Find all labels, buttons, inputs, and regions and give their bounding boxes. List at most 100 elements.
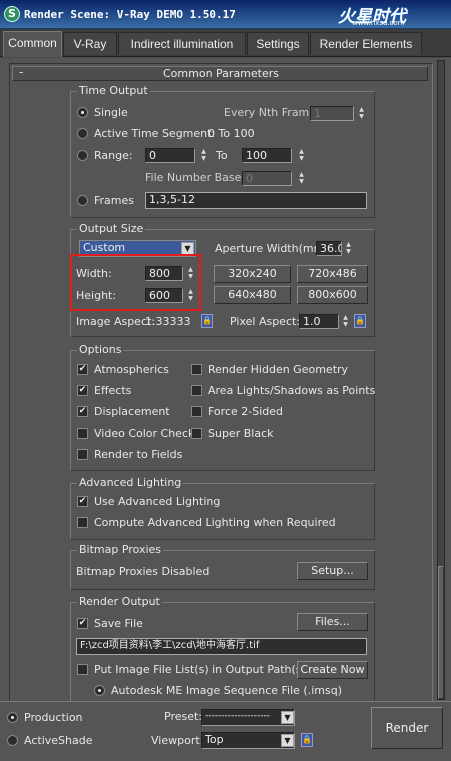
pixel-aspect-input[interactable]: 1.0 (299, 314, 339, 329)
range-to-label: To (216, 149, 228, 162)
time-output-title: Time Output (77, 84, 150, 98)
frames-label: Frames (94, 194, 135, 207)
image-aspect-value: 1.33333 (145, 315, 191, 328)
area-lights-label: Area Lights/Shadows as Points (208, 384, 376, 397)
tab-bar: Common V-Ray Indirect illumination Setti… (0, 29, 451, 57)
video-color-check-checkbox[interactable] (77, 428, 88, 439)
preset-720x486-button[interactable]: 720x486 (297, 265, 368, 283)
frames-radio[interactable] (77, 195, 88, 206)
render-hidden-geometry-checkbox[interactable] (191, 364, 202, 375)
pixel-aspect-spinner[interactable]: ▲ ▼ (341, 314, 350, 329)
activeshade-radio[interactable] (7, 735, 18, 746)
files-button[interactable]: Files... (297, 613, 368, 631)
active-time-segment-label: Active Time Segment: (94, 127, 216, 140)
single-radio[interactable] (77, 107, 88, 118)
app-icon: S (4, 6, 20, 22)
atmospherics-label: Atmospherics (94, 363, 169, 376)
advanced-lighting-title: Advanced Lighting (77, 476, 184, 490)
aperture-width-label: Aperture Width(mm): (215, 242, 333, 255)
effects-label: Effects (94, 384, 132, 397)
range-radio[interactable] (77, 150, 88, 161)
output-path-field[interactable]: F:\zcd项目资料\李工\zcd\地中海客厅.tif (76, 638, 367, 655)
put-image-file-list-label: Put Image File List(s) in Output Path(s) (94, 663, 306, 676)
save-file-checkbox[interactable]: ✔ (77, 618, 88, 629)
collapse-icon: - (19, 65, 24, 79)
range-to-spinner[interactable]: ▲ ▼ (297, 148, 306, 163)
render-hidden-geometry-label: Render Hidden Geometry (208, 363, 349, 376)
effects-checkbox[interactable]: ✔ (77, 385, 88, 396)
setup-button[interactable]: Setup... (297, 562, 368, 580)
preset-640x480-button[interactable]: 640x480 (214, 286, 291, 304)
displacement-checkbox[interactable]: ✔ (77, 406, 88, 417)
compute-advanced-lighting-checkbox[interactable] (77, 517, 88, 528)
range-from-spinner[interactable]: ▲ ▼ (199, 148, 208, 163)
active-time-segment-radio[interactable] (77, 128, 88, 139)
render-to-fields-checkbox[interactable] (77, 449, 88, 460)
preset-320x240-button[interactable]: 320x240 (214, 265, 291, 283)
pixel-aspect-lock-icon[interactable]: 🔒 (354, 314, 366, 328)
save-file-label: Save File (94, 617, 143, 630)
video-color-check-label: Video Color Check (94, 427, 195, 440)
preset-800x600-button[interactable]: 800x600 (297, 286, 368, 304)
rollout-title: Common Parameters (163, 67, 279, 80)
render-button[interactable]: Render (371, 707, 443, 749)
every-nth-frame-input[interactable]: 1 (310, 106, 354, 121)
image-aspect-lock-icon[interactable]: 🔒 (201, 314, 213, 328)
file-number-base-label: File Number Base: (145, 171, 246, 184)
use-advanced-lighting-checkbox[interactable]: ✔ (77, 496, 88, 507)
tab-common[interactable]: Common (3, 31, 62, 57)
watermark: 火星时代 www.hxsd.com (338, 2, 448, 27)
options-title: Options (77, 343, 124, 357)
super-black-label: Super Black (208, 427, 274, 440)
tab-settings[interactable]: Settings (247, 32, 309, 55)
pixel-aspect-label: Pixel Aspect: (230, 315, 301, 328)
autodesk-me-sequence-radio[interactable] (94, 685, 105, 696)
single-label: Single (94, 106, 128, 119)
highlight-box (70, 254, 201, 311)
tab-vray[interactable]: V-Ray (63, 32, 117, 55)
window-title: Render Scene: V-Ray DEMO 1.50.17 (24, 8, 236, 21)
viewport-lock-icon[interactable]: 🔒 (301, 733, 313, 747)
range-label: Range: (94, 149, 133, 162)
every-nth-frame-spinner[interactable]: ▲ ▼ (357, 106, 366, 121)
bitmap-proxies-status: Bitmap Proxies Disabled (76, 565, 210, 578)
put-image-file-list-checkbox[interactable] (77, 664, 88, 675)
area-lights-checkbox[interactable] (191, 385, 202, 396)
atmospherics-checkbox[interactable]: ✔ (77, 364, 88, 375)
watermark-url: www.hxsd.com (352, 19, 405, 27)
output-size-title: Output Size (77, 222, 146, 236)
production-radio[interactable] (7, 712, 18, 723)
viewport-dropdown-arrow-icon[interactable]: ▼ (281, 734, 294, 747)
production-label: Production (24, 711, 83, 724)
super-black-checkbox[interactable] (191, 428, 202, 439)
aperture-width-input[interactable]: 36.0 (316, 241, 342, 256)
force-2-sided-checkbox[interactable] (191, 406, 202, 417)
every-nth-frame-label: Every Nth Frame: (224, 106, 320, 119)
scrollbar-thumb[interactable] (438, 566, 444, 699)
active-time-segment-value: 0 To 100 (208, 127, 255, 140)
preset-label: Preset: (164, 710, 203, 723)
use-advanced-lighting-label: Use Advanced Lighting (94, 495, 221, 508)
activeshade-label: ActiveShade (24, 734, 93, 747)
displacement-label: Displacement (94, 405, 170, 418)
title-bar[interactable]: S Render Scene: V-Ray DEMO 1.50.17 火星时代 … (0, 0, 451, 29)
file-number-base-input[interactable]: 0 (242, 171, 292, 186)
preset-dropdown-arrow-icon[interactable]: ▼ (281, 711, 294, 724)
aperture-width-spinner[interactable]: ▲ ▼ (344, 241, 353, 256)
viewport-label: Viewport: (151, 734, 204, 747)
range-from-input[interactable]: 0 (145, 148, 195, 163)
rollout-header-common-parameters[interactable]: Common Parameters - (12, 65, 428, 81)
render-output-title: Render Output (77, 595, 162, 609)
autodesk-me-sequence-label: Autodesk ME Image Sequence File (.imsq) (111, 684, 342, 697)
frames-input[interactable]: 1,3,5-12 (145, 192, 367, 209)
vertical-scrollbar[interactable] (437, 60, 445, 700)
bitmap-proxies-title: Bitmap Proxies (77, 543, 164, 557)
range-to-input[interactable]: 100 (242, 148, 292, 163)
tab-indirect-illumination[interactable]: Indirect illumination (118, 32, 246, 55)
advanced-lighting-group: Advanced Lighting (70, 476, 375, 540)
render-to-fields-label: Render to Fields (94, 448, 183, 461)
tab-render-elements[interactable]: Render Elements (310, 32, 422, 55)
create-now-button[interactable]: Create Now (297, 661, 368, 679)
file-number-base-spinner[interactable]: ▲ ▼ (297, 171, 306, 186)
compute-advanced-lighting-label: Compute Advanced Lighting when Required (94, 516, 336, 529)
